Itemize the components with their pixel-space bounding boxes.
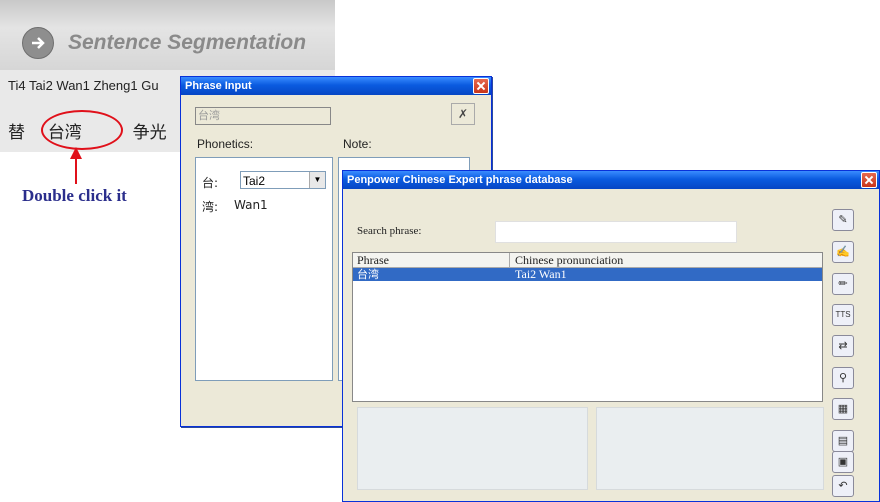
row-phrase: 台湾 [357,268,379,281]
hanzi-word-3[interactable]: 争光 [133,123,167,143]
microphone-icon[interactable]: ⚲ [832,367,854,389]
arrow-shaft [75,158,77,184]
pencil-icon[interactable]: ✏ [832,273,854,295]
undo-icon[interactable]: ↶ [832,475,854,497]
tts-icon[interactable]: TTS [832,304,854,326]
hint-text: Double click it [22,186,127,205]
phonetic-char: 台: [202,176,219,190]
row-pronunciation: Tai2 Wan1 [515,267,567,281]
clear-button[interactable]: ✗ [451,103,475,125]
chevron-down-icon[interactable]: ▼ [309,172,325,188]
page-icon[interactable]: ▤ [832,430,854,452]
close-icon[interactable] [861,172,877,188]
app-title: Sentence Segmentation [68,31,307,54]
notepad-pen-icon[interactable]: ✍ [832,241,854,263]
note-label: Note: [343,137,372,151]
phonetic-char: 湾: [202,200,219,214]
phonetics-panel: 台: Tai2 ▼ 湾: Wan1 [195,157,333,381]
column-phrase[interactable]: Phrase [357,253,389,267]
phonetics-label: Phonetics: [197,137,254,151]
table-row[interactable]: 台湾 Tai2 Wan1 [353,268,822,281]
phrase-database-window: Penpower Chinese Expert phrase database … [342,170,880,502]
column-pronunciation[interactable]: Chinese pronunciation [515,253,623,267]
phonetic-value: Wan1 [234,198,268,212]
image-icon[interactable]: ▣ [832,451,854,473]
phrase-list: Phrase Chinese pronunciation 台湾 Tai2 Wan… [352,252,823,402]
forward-arrow-icon [22,27,54,59]
edit-question-icon[interactable]: ✎ [832,209,854,231]
detail-pane-right [596,407,824,490]
search-input[interactable] [495,221,737,243]
dialog-title: Phrase Input [181,77,491,95]
list-header: Phrase Chinese pronunciation [353,253,822,268]
search-label: Search phrase: [357,225,422,237]
window-title: Penpower Chinese Expert phrase database [343,171,879,189]
hanzi-word-1[interactable]: 替 [8,123,25,143]
grid-icon[interactable]: ▦ [832,398,854,420]
phrase-field[interactable]: 台湾 [195,107,331,125]
phonetic-select[interactable]: Tai2 ▼ [240,171,326,189]
highlight-circle [41,110,123,150]
convert-icon[interactable]: ⇄ [832,335,854,357]
detail-pane-left [357,407,588,490]
phonetic-value: Tai2 [243,174,266,188]
pinyin-line: Ti4 Tai2 Wan1 Zheng1 Gu [8,78,159,93]
close-icon[interactable] [473,78,489,94]
